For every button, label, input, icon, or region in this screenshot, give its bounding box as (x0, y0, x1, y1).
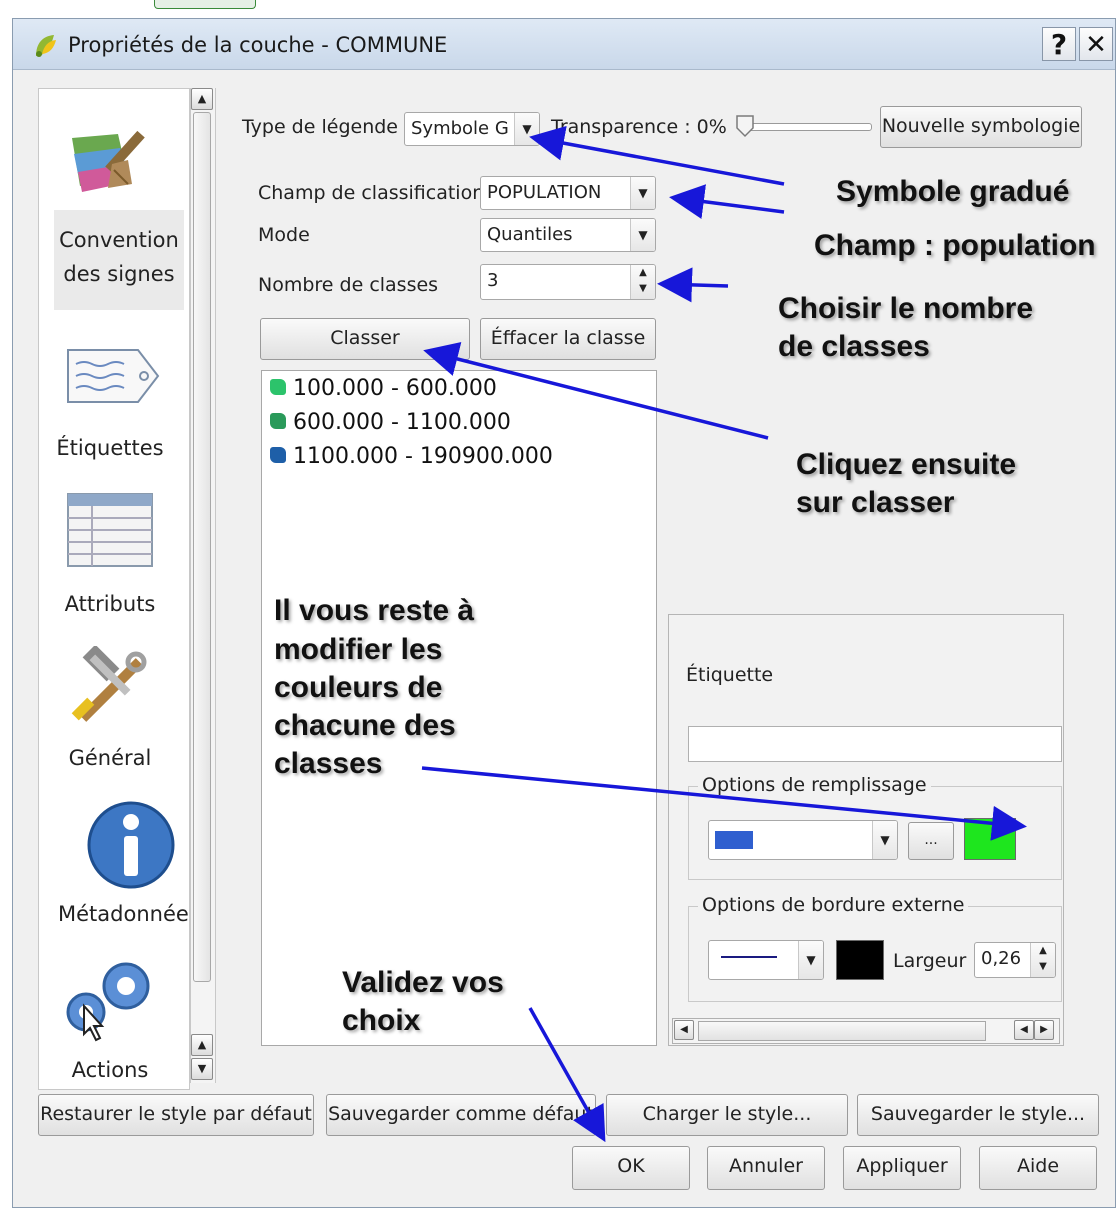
window-title: Propriétés de la couche - COMMUNE (68, 33, 448, 57)
annotation-click-line1: Cliquez ensuite (796, 448, 1017, 481)
annotation-field: Champ : population (814, 229, 1096, 262)
fill-color-button[interactable] (964, 818, 1016, 860)
label-tag-icon (67, 349, 160, 403)
annotation-validate-line1: Validez vos (342, 966, 504, 999)
clear-class-button[interactable]: Éffacer la classe (480, 318, 656, 360)
sidebar-item-label: des signes (63, 262, 175, 286)
annotation-validate-line2: choix (342, 1004, 421, 1037)
chevron-down-icon: ▼ (798, 941, 823, 979)
restore-default-style-button[interactable]: Restaurer le style par défaut (38, 1094, 314, 1136)
list-item[interactable]: 1100.000 - 190900.000 (270, 444, 553, 469)
sidebar-item-general[interactable]: Général (42, 746, 178, 770)
annotation-modify-line4: chacune des (274, 709, 456, 742)
border-style-combo[interactable]: ▼ (708, 940, 824, 980)
chevron-down-icon: ▼ (514, 113, 539, 145)
class-label: 1100.000 - 190900.000 (293, 444, 553, 469)
annotation-choose-line1: Choisir le nombre (778, 292, 1034, 325)
sidebar-item-symbology-selected[interactable] (54, 210, 184, 310)
class-label: 100.000 - 600.000 (293, 376, 497, 401)
scroll-right-button[interactable]: ▶ (1034, 1020, 1054, 1040)
border-options-title: Options de bordure externe (698, 894, 969, 916)
scroll-left-button-2[interactable]: ◀ (1014, 1020, 1034, 1040)
annotation-modify-line5: classes (274, 747, 383, 780)
new-symbology-button[interactable]: Nouvelle symbologie (880, 106, 1082, 148)
horizontal-scroll-thumb[interactable] (698, 1021, 986, 1041)
sidebar-item-metadonnee[interactable]: Métadonnée (58, 902, 190, 926)
fill-style-swatch (715, 831, 753, 849)
fill-options-title: Options de remplissage (698, 774, 931, 796)
apply-button[interactable]: Appliquer (843, 1146, 961, 1190)
classification-field-label: Champ de classificatior (258, 182, 481, 204)
chevron-down-icon: ▼ (872, 821, 897, 859)
width-spinbox[interactable]: 0,26 ▲ ▼ (974, 942, 1056, 978)
sidebar-item-attributs[interactable]: Attributs (42, 592, 178, 616)
annotation-modify-line1: Il vous reste à (274, 594, 475, 627)
sidebar-item-etiquettes[interactable]: Étiquettes (42, 436, 178, 460)
help-title-button[interactable]: ? (1042, 27, 1076, 61)
class-swatch-icon (270, 379, 286, 395)
legend-type-value: Symbole G (411, 118, 509, 139)
paintbrush-icon (72, 130, 145, 192)
class-swatch-icon (270, 413, 286, 429)
ok-button[interactable]: OK (572, 1146, 690, 1190)
annotation-modify-line3: couleurs de (274, 671, 443, 704)
cropped-element-edge (154, 0, 256, 9)
fill-style-combo[interactable]: ▼ (708, 820, 898, 860)
scroll-down-button[interactable]: ▼ (191, 1058, 213, 1080)
classification-field-combo[interactable]: POPULATION ▼ (480, 176, 656, 210)
label-title: Étiquette (686, 664, 774, 686)
mode-combo[interactable]: Quantiles ▼ (480, 218, 656, 252)
save-style-button[interactable]: Sauvegarder le style... (857, 1094, 1099, 1136)
qgis-logo-icon (36, 35, 56, 57)
mode-label: Mode (258, 224, 310, 246)
annotation-graduated: Symbole gradué (836, 175, 1070, 208)
class-swatch-icon (270, 447, 286, 463)
transparency-label: Transparence : 0% (551, 116, 727, 138)
scroll-thumb[interactable] (193, 112, 211, 982)
info-icon (87, 801, 175, 889)
chevron-down-icon: ▼ (630, 177, 655, 209)
table-icon (67, 493, 153, 567)
scroll-up-button[interactable]: ▲ (191, 88, 213, 110)
list-item[interactable]: 100.000 - 600.000 (270, 376, 497, 401)
classification-field-value: POPULATION (487, 182, 602, 203)
width-label: Largeur (893, 950, 967, 972)
sidebar-item-actions[interactable]: Actions (42, 1058, 178, 1082)
label-input[interactable] (688, 726, 1062, 762)
spin-arrows-icon[interactable]: ▲ ▼ (630, 265, 655, 299)
chevron-down-icon: ▼ (630, 219, 655, 251)
tools-icon (71, 646, 147, 722)
annotation-choose-line2: de classes (778, 330, 930, 363)
mode-value: Quantiles (487, 224, 573, 245)
help-button[interactable]: Aide (979, 1146, 1097, 1190)
class-count-value: 3 (487, 270, 499, 291)
load-style-button[interactable]: Charger le style... (606, 1094, 848, 1136)
border-line-preview (721, 956, 777, 958)
fill-more-button[interactable]: ... (908, 822, 954, 860)
border-color-button[interactable] (836, 940, 884, 980)
sidebar-item-label: Convention (59, 228, 179, 252)
class-count-label: Nombre de classes (258, 274, 439, 296)
transparency-slider[interactable] (742, 123, 872, 131)
list-item[interactable]: 600.000 - 1100.000 (270, 410, 511, 435)
legend-type-label: Type de légende (242, 116, 398, 138)
annotation-click-line2: sur classer (796, 486, 955, 519)
class-label: 600.000 - 1100.000 (293, 410, 511, 435)
scroll-left-button[interactable]: ◀ (674, 1020, 694, 1040)
annotation-modify-line2: modifier les (274, 633, 443, 666)
gears-icon (66, 962, 150, 1042)
save-as-default-button[interactable]: Sauvegarder comme défaut (326, 1094, 596, 1136)
classify-button[interactable]: Classer (260, 318, 470, 360)
spin-arrows-icon[interactable]: ▲ ▼ (1030, 943, 1055, 977)
slider-handle[interactable] (735, 114, 755, 138)
class-count-spinbox[interactable]: 3 ▲ ▼ (480, 264, 656, 300)
width-value: 0,26 (981, 948, 1022, 969)
scroll-up-button-bottom[interactable]: ▲ (191, 1034, 213, 1056)
cancel-button[interactable]: Annuler (707, 1146, 825, 1190)
legend-type-combo[interactable]: Symbole G ▼ (404, 112, 540, 146)
close-button[interactable]: ✕ (1079, 27, 1113, 61)
